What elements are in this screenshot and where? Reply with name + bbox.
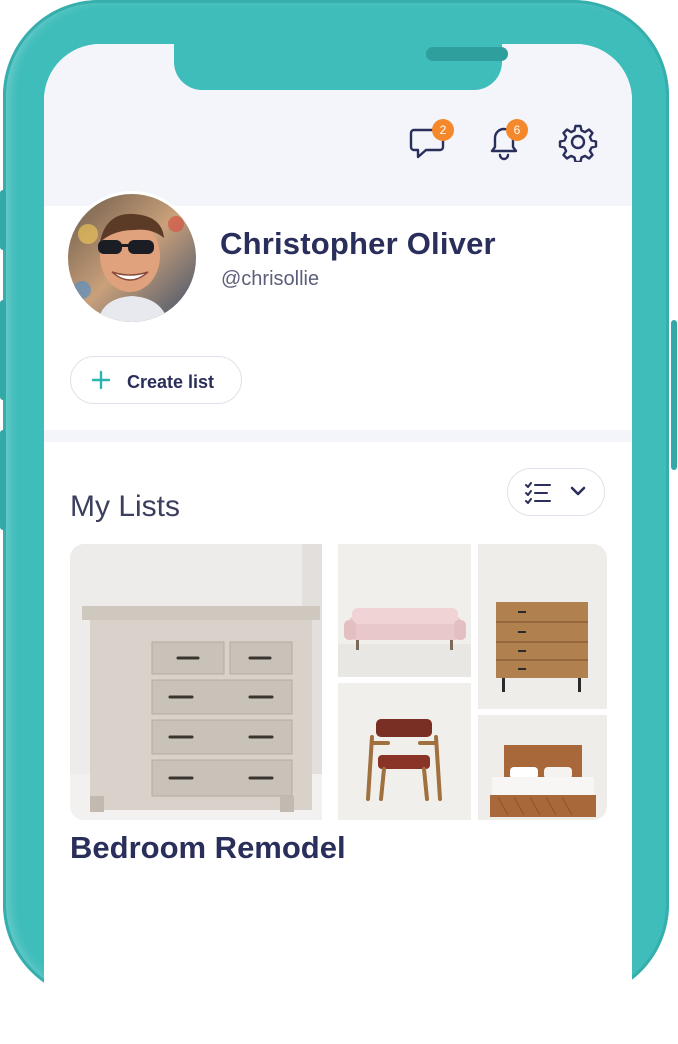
phone-screen: 2 6 Christopher Oliver @chrisollie Creat… (44, 44, 632, 1044)
create-list-label: Create list (127, 372, 215, 392)
list-view-toggle[interactable] (507, 468, 605, 516)
list-name[interactable]: Bedroom Remodel (70, 830, 346, 866)
gallery-image-bed (478, 715, 607, 820)
whitewashed-dresser-image (70, 544, 322, 820)
mute-switch (0, 190, 6, 250)
section-divider (44, 430, 632, 442)
volume-up-button (0, 300, 6, 400)
avatar[interactable] (68, 194, 196, 322)
list-gallery[interactable] (70, 544, 607, 820)
notifications-button[interactable]: 6 (484, 119, 530, 168)
profile-handle: @chrisollie (221, 268, 320, 290)
messages-badge: 2 (432, 119, 454, 141)
gallery-image-sofa (338, 544, 471, 677)
velvet-chair-image (338, 683, 471, 820)
volume-down-button (0, 430, 6, 530)
gallery-image-chair (338, 683, 471, 820)
my-lists-title: My Lists (70, 490, 181, 523)
chevron-down-icon (570, 486, 586, 496)
power-button (671, 320, 677, 470)
profile-photo (68, 194, 196, 322)
notch (174, 44, 508, 90)
messages-button[interactable]: 2 (408, 119, 454, 168)
gear-icon (558, 124, 598, 162)
profile-name: Christopher Oliver (220, 226, 496, 261)
pink-sofa-image (338, 544, 471, 677)
gallery-image-wood-dresser (478, 544, 607, 709)
gallery-image-dresser (70, 544, 322, 820)
checklist-icon (525, 482, 551, 504)
plus-icon (91, 370, 111, 390)
create-list-button[interactable]: Create list (70, 356, 242, 404)
wooden-dresser-image (478, 544, 607, 709)
wooden-bed-image (478, 715, 607, 820)
notifications-badge: 6 (506, 119, 528, 141)
speaker-grille (426, 47, 508, 61)
settings-button[interactable] (558, 122, 604, 168)
